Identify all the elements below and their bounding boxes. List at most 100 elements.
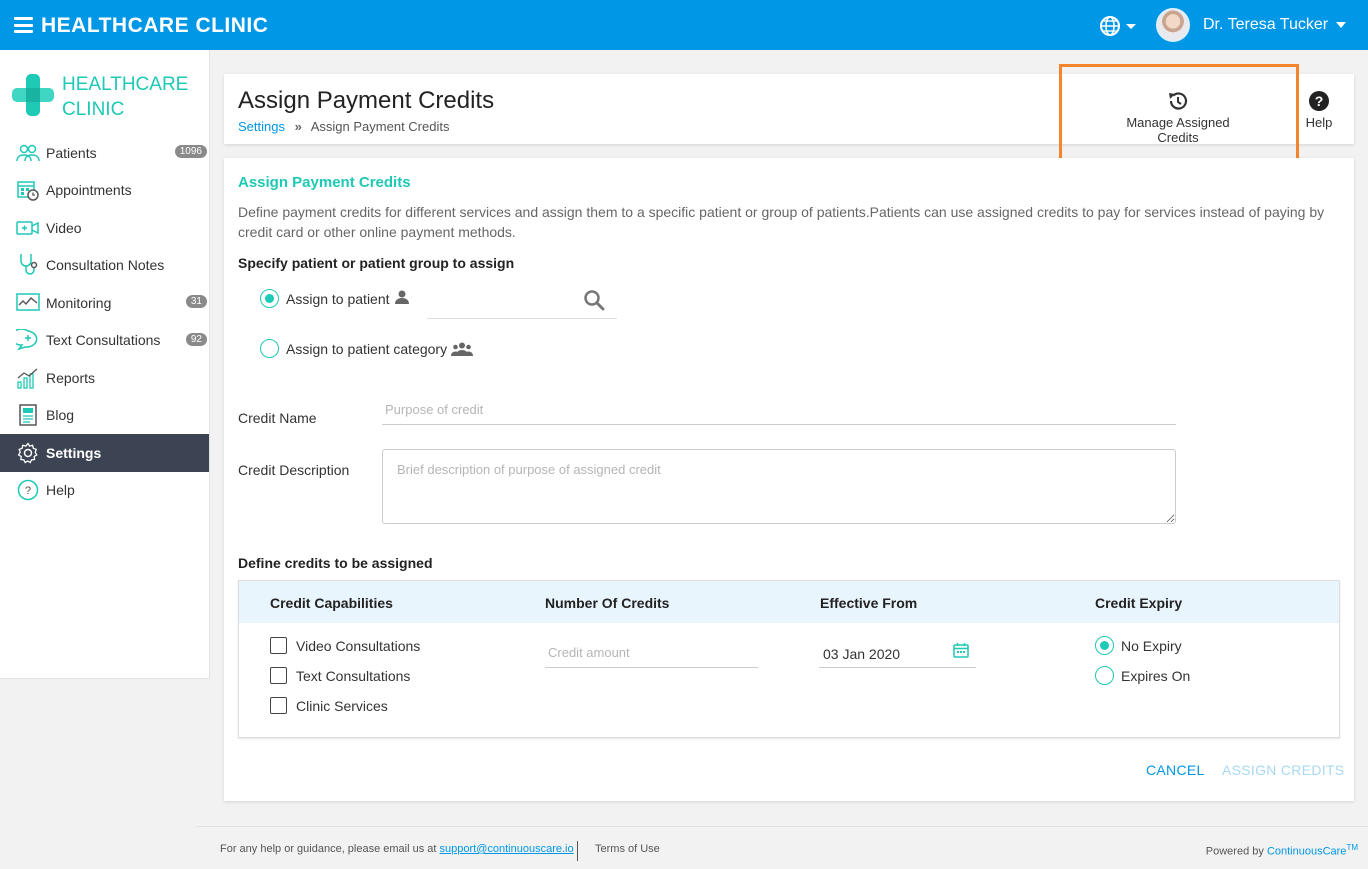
user-icon	[395, 290, 409, 304]
svg-text:?: ?	[25, 485, 31, 497]
define-credits-heading: Define credits to be assigned	[238, 555, 433, 571]
users-group-icon	[451, 342, 473, 356]
globe-icon	[1100, 16, 1136, 36]
effective-from-date-picker[interactable]: 03 Jan 2020	[819, 637, 976, 668]
sidebar-item-text-consultations[interactable]: Text Consultations 92	[0, 322, 209, 360]
expiry-option-label: Expires On	[1121, 668, 1191, 684]
hamburger-menu-icon[interactable]	[14, 17, 33, 33]
breadcrumb: Settings » Assign Payment Credits	[238, 119, 449, 134]
sidebar-item-label: Consultation Notes	[46, 257, 165, 274]
app-title: HEALTHCARE CLINIC	[41, 14, 269, 37]
no-expiry-radio[interactable]	[1095, 636, 1114, 655]
support-email-link[interactable]: support@continuouscare.io	[440, 843, 574, 855]
table-header: Credit Capabilities Number Of Credits Ef…	[239, 581, 1339, 623]
sidebar-item-patients[interactable]: Patients 1096	[0, 134, 209, 172]
section-title: Assign Payment Credits	[238, 174, 411, 191]
sidebar-nav: Patients 1096 Appointments Video Consult…	[0, 134, 209, 509]
credit-amount-input[interactable]	[545, 637, 758, 668]
language-selector[interactable]	[1100, 15, 1136, 37]
user-name: Dr. Teresa Tucker	[1203, 16, 1329, 33]
patient-search-input[interactable]	[427, 318, 617, 319]
count-badge: 92	[185, 332, 207, 346]
breadcrumb-separator-icon: »	[294, 119, 302, 134]
search-icon[interactable]	[583, 289, 605, 311]
patients-icon	[16, 142, 40, 164]
text-consultations-checkbox[interactable]	[270, 667, 287, 684]
section-description: Define payment credits for different ser…	[238, 204, 1325, 240]
logo-text: HEALTHCARE CLINIC	[62, 74, 189, 120]
trademark-mark: TM	[1346, 843, 1358, 852]
blog-icon	[16, 404, 40, 426]
user-menu[interactable]: Dr. Teresa Tucker	[1156, 8, 1347, 42]
reports-icon	[16, 367, 40, 389]
column-header: Number Of Credits	[545, 595, 670, 611]
count-badge: 1096	[174, 145, 207, 158]
sidebar-item-video[interactable]: Video	[0, 209, 209, 247]
sidebar-item-label: Help	[46, 482, 75, 499]
credit-name-input[interactable]	[382, 394, 1176, 425]
sidebar-item-label: Reports	[46, 369, 96, 386]
expiry-option-label: No Expiry	[1121, 638, 1182, 654]
capability-label: Clinic Services	[296, 698, 388, 714]
calendar-icon	[16, 179, 40, 201]
svg-text:?: ?	[1315, 93, 1324, 109]
sidebar: HEALTHCARE CLINIC Patients 1096 Appointm…	[0, 50, 210, 679]
breadcrumb-link-settings[interactable]: Settings	[238, 119, 285, 134]
avatar	[1156, 8, 1190, 42]
assign-credits-form: Assign Payment Credits Define payment cr…	[224, 158, 1354, 801]
clinic-logo[interactable]: HEALTHCARE CLINIC	[12, 72, 202, 124]
sidebar-item-help[interactable]: ? Help	[0, 472, 209, 510]
credit-name-label: Credit Name	[238, 410, 317, 426]
stethoscope-icon	[16, 254, 40, 276]
cancel-button[interactable]: CANCEL	[1146, 762, 1205, 778]
sidebar-item-label: Monitoring	[46, 294, 112, 311]
help-label: Help	[1305, 115, 1333, 130]
footer-help-text: For any help or guidance, please email u…	[220, 843, 437, 855]
assign-credits-button[interactable]: ASSIGN CREDITS	[1222, 762, 1344, 778]
video-icon	[16, 217, 40, 239]
video-consultations-checkbox[interactable]	[270, 637, 287, 654]
question-circle-icon: ?	[1309, 91, 1329, 111]
footer-powered-by: Powered by ContinuousCareTM	[1206, 843, 1358, 858]
sidebar-item-consultation-notes[interactable]: Consultation Notes	[0, 247, 209, 285]
help-icon: ?	[16, 479, 40, 501]
sidebar-item-appointments[interactable]: Appointments	[0, 172, 209, 210]
assign-heading: Specify patient or patient group to assi…	[238, 255, 515, 271]
chevron-down-icon	[1336, 22, 1347, 28]
top-bar: HEALTHCARE CLINIC Dr. Teresa Tucker	[0, 0, 1368, 50]
assign-to-category-radio[interactable]	[260, 339, 279, 358]
breadcrumb-current: Assign Payment Credits	[310, 119, 450, 134]
page-title: Assign Payment Credits	[238, 87, 495, 114]
count-badge: 31	[185, 295, 207, 308]
credit-description-label: Credit Description	[238, 462, 350, 478]
brand-link[interactable]: ContinuousCare	[1267, 846, 1347, 858]
sidebar-item-monitoring[interactable]: Monitoring 31	[0, 284, 209, 322]
sidebar-item-settings[interactable]: Settings	[0, 434, 209, 472]
credits-table: Credit Capabilities Number Of Credits Ef…	[238, 580, 1340, 738]
credit-description-input[interactable]	[382, 449, 1176, 524]
powered-by-text: Powered by	[1205, 845, 1264, 858]
effective-from-value: 03 Jan 2020	[823, 646, 901, 662]
column-header: Credit Capabilities	[270, 595, 393, 611]
sidebar-item-label: Settings	[46, 444, 102, 461]
column-header: Credit Expiry	[1095, 595, 1183, 611]
footer-divider	[196, 826, 1368, 827]
footer-help: For any help or guidance, please email u…	[220, 843, 574, 855]
gear-icon	[16, 442, 40, 464]
column-header: Effective From	[820, 595, 918, 611]
help-button[interactable]: ? Help	[1302, 90, 1336, 130]
assign-to-category-label: Assign to patient category	[286, 341, 448, 357]
footer-separator	[577, 841, 578, 861]
terms-of-use-link[interactable]: Terms of Use	[595, 843, 660, 855]
medical-cross-icon	[12, 74, 54, 116]
expires-on-radio[interactable]	[1095, 666, 1114, 685]
calendar-icon[interactable]	[953, 642, 969, 658]
clinic-services-checkbox[interactable]	[270, 697, 287, 714]
sidebar-item-label: Appointments	[46, 182, 132, 199]
assign-to-patient-radio[interactable]	[260, 289, 279, 308]
sidebar-item-reports[interactable]: Reports	[0, 359, 209, 397]
sidebar-item-label: Video	[46, 219, 82, 236]
capability-label: Text Consultations	[296, 668, 411, 684]
sidebar-item-label: Text Consultations	[46, 332, 161, 349]
sidebar-item-blog[interactable]: Blog	[0, 397, 209, 435]
